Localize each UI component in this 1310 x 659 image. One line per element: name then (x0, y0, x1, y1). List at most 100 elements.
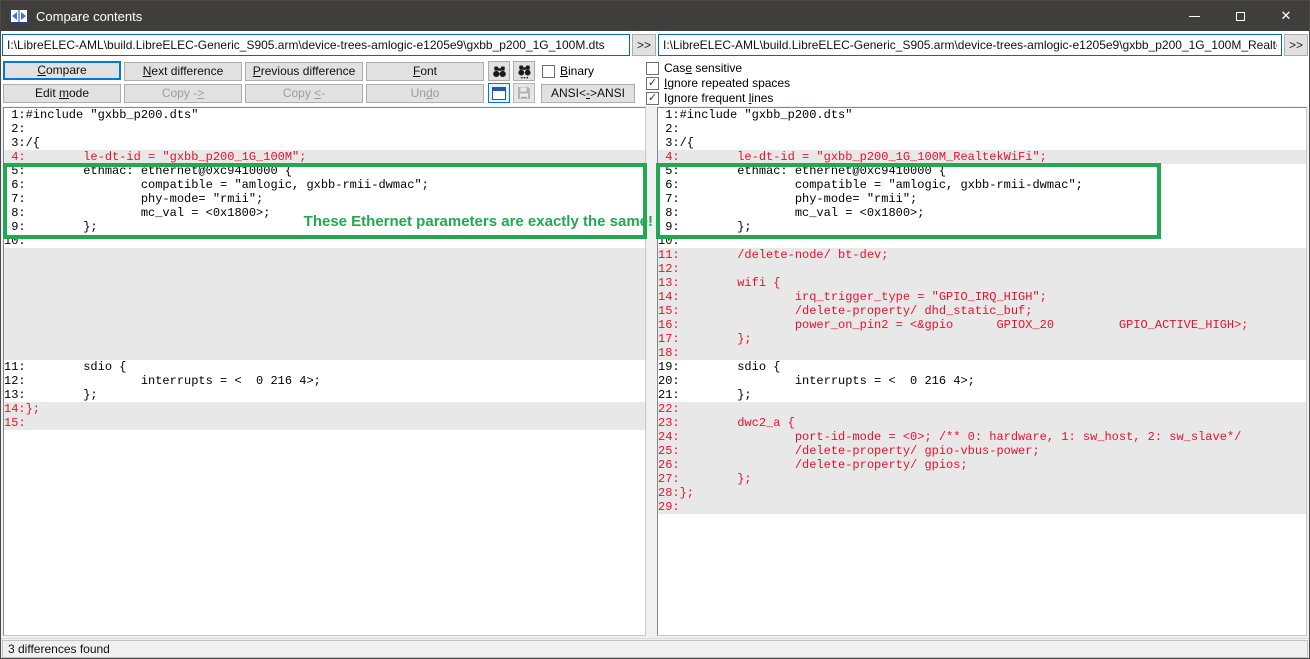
code-line[interactable]: 10: (4, 234, 645, 248)
code-line[interactable]: 17: }; (658, 332, 1306, 346)
code-line-text: 12: (658, 262, 680, 276)
code-line[interactable]: 8: mc_val = <0x1800>; (4, 206, 645, 220)
code-line[interactable]: 21: }; (658, 388, 1306, 402)
binary-checkbox-label: Binary (560, 64, 594, 78)
ignore-frequent-lines-checkbox[interactable]: ✓ Ignore frequent lines (646, 91, 773, 105)
edit-mode-button[interactable]: Edit mode (3, 84, 121, 103)
compare-button[interactable]: Compare (3, 61, 121, 80)
code-line[interactable]: 15: /delete-property/ dhd_static_buf; (658, 304, 1306, 318)
code-line[interactable]: 11: /delete-node/ bt-dev; (658, 248, 1306, 262)
code-line[interactable]: 7: phy-mode= "rmii"; (658, 192, 1306, 206)
code-line-text: 10: (658, 234, 680, 248)
code-line-text: 6: compatible = "amlogic, gxbb-rmii-dwma… (4, 178, 429, 192)
code-line[interactable]: 14: irq_trigger_type = "GPIO_IRQ_HIGH"; (658, 290, 1306, 304)
compare-contents-window: Compare contents ✕ >> >> Compare Next di… (0, 0, 1310, 659)
code-line[interactable]: 2: (658, 122, 1306, 136)
code-line[interactable]: 22: (658, 402, 1306, 416)
previous-difference-button[interactable]: Previous difference (245, 62, 363, 81)
code-line[interactable]: 8: mc_val = <0x1800>; (658, 206, 1306, 220)
split-view-icon (492, 87, 506, 100)
code-line[interactable]: 16: power_on_pin2 = <&gpio GPIOX_20 GPIO… (658, 318, 1306, 332)
code-line[interactable]: 2: (4, 122, 645, 136)
code-line[interactable]: 23: dwc2_a { (658, 416, 1306, 430)
code-line[interactable]: 18: (658, 346, 1306, 360)
code-line[interactable]: 10: (658, 234, 1306, 248)
binary-checkbox[interactable]: ✓ Binary (542, 64, 594, 78)
code-line[interactable]: 1:#include "gxbb_p200.dts" (4, 108, 645, 122)
ansi-conversion-button[interactable]: ANSI<->ANSI (541, 84, 635, 103)
left-file-path-input[interactable] (2, 34, 630, 56)
code-line[interactable]: 3:/{ (658, 136, 1306, 150)
code-line[interactable]: 12: interrupts = < 0 216 4>; (4, 374, 645, 388)
code-line[interactable]: 19: sdio { (658, 360, 1306, 374)
copy-right-button[interactable]: Copy -> (124, 84, 242, 103)
find-button[interactable] (488, 61, 510, 81)
code-line[interactable]: 15: (4, 416, 645, 430)
status-text: 3 differences found (2, 640, 1308, 658)
right-file-pane[interactable]: 1:#include "gxbb_p200.dts" 2: 3:/{ 4: le… (657, 107, 1307, 636)
code-line[interactable]: 7: phy-mode= "rmii"; (4, 192, 645, 206)
right-file-path-input[interactable] (658, 34, 1282, 56)
left-path-browse-button[interactable]: >> (632, 34, 656, 56)
code-line-text: 29: (658, 500, 680, 514)
code-line[interactable]: 11: sdio { (4, 360, 645, 374)
code-line-text: 13: }; (4, 388, 98, 402)
code-line-text: 9: }; (4, 220, 98, 234)
code-line-text: 11: /delete-node/ bt-dev; (658, 248, 888, 262)
left-path-group: >> (2, 34, 656, 56)
code-line-text: 14: irq_trigger_type = "GPIO_IRQ_HIGH"; (658, 290, 1047, 304)
code-line[interactable]: 6: compatible = "amlogic, gxbb-rmii-dwma… (658, 178, 1306, 192)
undo-button[interactable]: Undo (366, 84, 484, 103)
minimize-button[interactable] (1171, 1, 1217, 31)
code-line[interactable]: 4: le-dt-id = "gxbb_p200_1G_100M"; (4, 150, 645, 164)
code-line-text: 16: power_on_pin2 = <&gpio GPIOX_20 GPIO… (658, 318, 1249, 332)
code-line[interactable]: 24: port-id-mode = <0>; /** 0: hardware,… (658, 430, 1306, 444)
code-line[interactable]: 29: (658, 500, 1306, 514)
code-line[interactable]: 9: }; (658, 220, 1306, 234)
font-button[interactable]: Font (366, 62, 484, 81)
code-line[interactable]: 3:/{ (4, 136, 645, 150)
code-line[interactable]: 5: ethmac: ethernet@0xc9410000 { (4, 164, 645, 178)
code-line[interactable]: 28:}; (658, 486, 1306, 500)
close-button[interactable]: ✕ (1263, 1, 1309, 31)
case-sensitive-checkbox[interactable]: ✓ Case sensitive (646, 61, 742, 75)
save-icon (517, 86, 531, 100)
next-difference-button[interactable]: Next difference (124, 62, 242, 81)
checkbox-box: ✓ (646, 77, 659, 90)
title-bar: Compare contents ✕ (1, 1, 1309, 31)
code-line[interactable]: 14:}; (4, 402, 645, 416)
code-line[interactable]: 26: /delete-property/ gpios; (658, 458, 1306, 472)
code-line-text: 6: compatible = "amlogic, gxbb-rmii-dwma… (658, 178, 1083, 192)
code-line[interactable]: 25: /delete-property/ gpio-vbus-power; (658, 444, 1306, 458)
code-line[interactable]: 9: }; (4, 220, 645, 234)
code-line[interactable]: 13: wifi { (658, 276, 1306, 290)
save-button[interactable] (513, 83, 535, 103)
copy-left-button[interactable]: Copy <- (245, 84, 363, 103)
right-path-browse-button[interactable]: >> (1284, 34, 1308, 56)
code-line-text: 15: /delete-property/ dhd_static_buf; (658, 304, 1032, 318)
code-line[interactable]: 20: interrupts = < 0 216 4>; (658, 374, 1306, 388)
code-line-text: 5: ethmac: ethernet@0xc9410000 { (658, 164, 946, 178)
code-line[interactable]: 5: ethmac: ethernet@0xc9410000 { (658, 164, 1306, 178)
right-path-group: >> (658, 34, 1308, 56)
code-line-text: 8: mc_val = <0x1800>; (4, 206, 270, 220)
code-line[interactable]: 27: }; (658, 472, 1306, 486)
toolbar: Compare Next difference Previous differe… (1, 58, 1309, 106)
code-line[interactable]: 6: compatible = "amlogic, gxbb-rmii-dwma… (4, 178, 645, 192)
maximize-icon (1236, 12, 1245, 21)
code-line-text: 4: le-dt-id = "gxbb_p200_1G_100M_Realtek… (658, 150, 1047, 164)
code-line[interactable]: 1:#include "gxbb_p200.dts" (658, 108, 1306, 122)
code-line-text: 22: (658, 402, 680, 416)
status-bar: 3 differences found (1, 638, 1309, 658)
code-line-text: 7: phy-mode= "rmii"; (658, 192, 917, 206)
code-line[interactable]: 4: le-dt-id = "gxbb_p200_1G_100M_Realtek… (658, 150, 1306, 164)
split-view-button[interactable] (488, 83, 510, 103)
left-file-pane[interactable]: 1:#include "gxbb_p200.dts" 2: 3:/{ 4: le… (3, 107, 646, 636)
find-next-button[interactable] (513, 61, 535, 81)
maximize-button[interactable] (1217, 1, 1263, 31)
ignore-repeated-spaces-checkbox[interactable]: ✓ Ignore repeated spaces (646, 76, 790, 90)
code-line[interactable]: 12: (658, 262, 1306, 276)
code-line-text: 21: }; (658, 388, 752, 402)
code-line-text: 10: (4, 234, 26, 248)
code-line[interactable]: 13: }; (4, 388, 645, 402)
